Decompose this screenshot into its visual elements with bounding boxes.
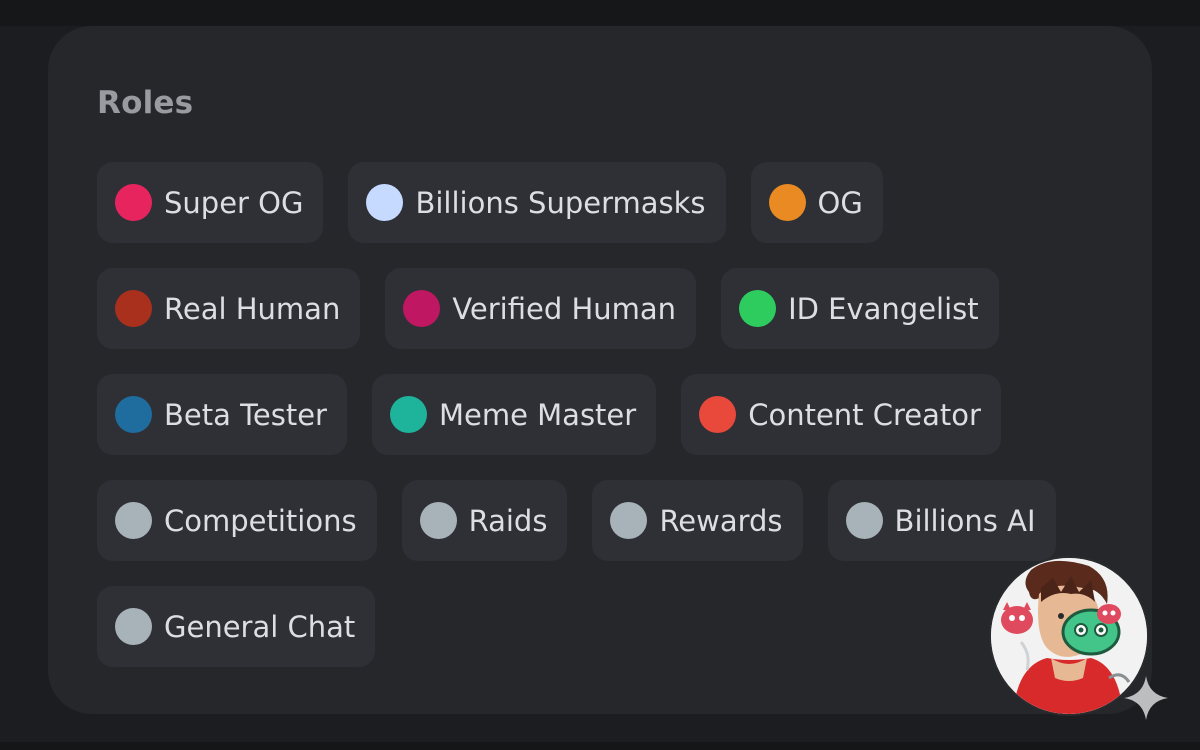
role-color-dot [115, 184, 152, 221]
role-chip-meme-master[interactable]: Meme Master [371, 374, 657, 455]
role-color-dot [768, 184, 806, 221]
role-color-dot [403, 290, 441, 327]
role-chip-verified-human[interactable]: Verified Human [385, 268, 697, 349]
role-chip-rewards[interactable]: Rewards [592, 480, 803, 561]
role-chip-content-creator[interactable]: Content Creator [681, 374, 1001, 455]
roles-row-3: Beta Tester Meme Master Content Creator [97, 374, 1001, 455]
role-label: ID Evangelist [788, 291, 979, 326]
role-label: Verified Human [452, 291, 677, 326]
role-chip-og[interactable]: OG [750, 162, 883, 243]
role-label: OG [817, 185, 863, 220]
role-color-dot [845, 502, 883, 539]
role-label: General Chat [164, 609, 356, 644]
role-color-dot [610, 502, 648, 539]
role-label: Real Human [164, 291, 341, 326]
role-label: Rewards [659, 503, 783, 538]
role-color-dot [419, 502, 457, 539]
role-label: Billions Supermasks [415, 185, 706, 220]
bottom-band [0, 742, 1200, 750]
roles-heading: Roles [97, 85, 194, 121]
role-label: Beta Tester [164, 397, 327, 432]
role-label: Raids [468, 503, 548, 538]
role-color-dot [115, 396, 152, 433]
role-color-dot [115, 290, 152, 327]
role-chip-general-chat[interactable]: General Chat [97, 586, 376, 667]
role-color-dot [115, 608, 152, 645]
role-chip-competitions[interactable]: Competitions [97, 480, 377, 561]
role-label: Meme Master [438, 397, 637, 432]
role-chip-id-evangelist[interactable]: ID Evangelist [721, 268, 999, 349]
role-color-dot [389, 396, 427, 433]
role-label: Content Creator [748, 397, 981, 432]
roles-row-1: Super OG Billions Supermasks OG [97, 162, 883, 243]
roles-row-5: General Chat [97, 586, 376, 667]
role-chip-billions-supermasks[interactable]: Billions Supermasks [348, 162, 726, 243]
role-chip-super-og[interactable]: Super OG [97, 162, 324, 243]
role-chip-billions-ai[interactable]: Billions AI [827, 480, 1056, 561]
role-color-dot [739, 290, 777, 327]
roles-row-2: Real Human Verified Human ID Evangelist [97, 268, 999, 349]
role-label: Super OG [164, 185, 304, 220]
role-chip-beta-tester[interactable]: Beta Tester [97, 374, 347, 455]
role-label: Billions AI [894, 503, 1036, 538]
sparkle-icon [1124, 676, 1168, 720]
role-chip-raids[interactable]: Raids [401, 480, 568, 561]
role-color-dot [115, 502, 152, 539]
role-color-dot [366, 184, 404, 221]
role-label: Competitions [164, 503, 357, 538]
role-color-dot [699, 396, 737, 433]
top-band [0, 0, 1200, 26]
role-chip-real-human[interactable]: Real Human [97, 268, 361, 349]
roles-row-4: Competitions Raids Rewards Billions AI [97, 480, 1056, 561]
